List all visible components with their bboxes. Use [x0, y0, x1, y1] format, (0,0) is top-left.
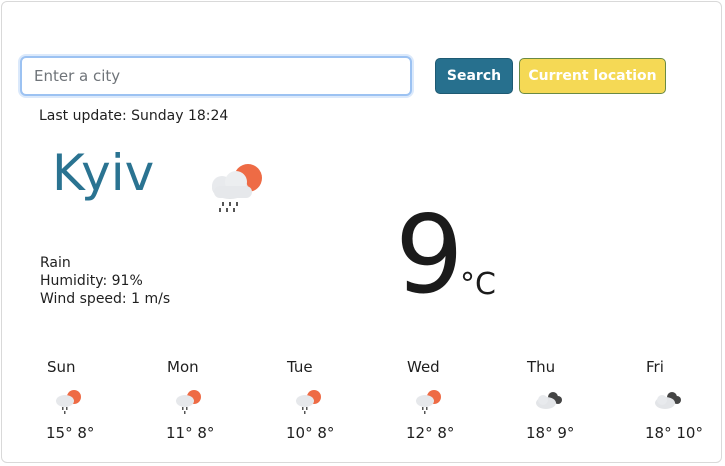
rain-cloud-sun-icon	[212, 164, 262, 212]
temperature-value: 9	[395, 193, 464, 318]
humidity-value: 91%	[111, 273, 143, 289]
forecast-max: 18°	[645, 424, 672, 442]
forecast-min: 9°	[557, 424, 575, 442]
forecast-max: 18°	[526, 424, 553, 442]
temperature-unit[interactable]: °C	[460, 270, 496, 300]
forecast-max: 12°	[406, 424, 433, 442]
weather-details: Rain Humidity: 91% Wind speed: 1 m/s	[40, 254, 170, 308]
forecast-temps: 10° 8°	[286, 424, 334, 442]
forecast-temps: 18° 9°	[526, 424, 574, 442]
rain-cloud-sun-icon	[296, 390, 321, 414]
rain-cloud-sun-icon	[416, 390, 441, 414]
forecast-temps: 11° 8°	[166, 424, 214, 442]
search-button[interactable]: Search	[435, 58, 513, 94]
rain-cloud-sun-icon	[56, 390, 81, 414]
forecast-max: 10°	[286, 424, 313, 442]
broken-clouds-icon	[536, 392, 562, 409]
forecast-max: 11°	[166, 424, 193, 442]
humidity: Humidity: 91%	[40, 272, 170, 290]
forecast-min: 8°	[197, 424, 215, 442]
forecast-temps: 18° 10°	[645, 424, 703, 442]
forecast-day-name: Fri	[646, 358, 664, 376]
city-search-input[interactable]	[20, 56, 412, 96]
weather-card: Search Current location Last update: Sun…	[1, 1, 722, 463]
wind-speed: Wind speed: 1 m/s	[40, 290, 170, 308]
city-name: Kyiv	[52, 144, 155, 202]
forecast-day-name: Thu	[527, 358, 556, 376]
last-update: Last update: Sunday 18:24	[39, 108, 228, 124]
last-update-label: Last update:	[39, 108, 127, 124]
weather-description: Rain	[40, 255, 71, 271]
humidity-label: Humidity:	[40, 273, 108, 289]
forecast-temps: 12° 8°	[406, 424, 454, 442]
forecast-min: 10°	[676, 424, 703, 442]
forecast-temps: 15° 8°	[46, 424, 94, 442]
forecast-max: 15°	[46, 424, 73, 442]
forecast-day-name: Wed	[407, 358, 440, 376]
forecast-day-name: Mon	[167, 358, 199, 376]
forecast-day-name: Sun	[47, 358, 76, 376]
broken-clouds-icon	[655, 392, 681, 409]
wind-value: 1 m/s	[131, 291, 171, 307]
last-update-value: Sunday 18:24	[131, 108, 229, 124]
forecast-day-name: Tue	[287, 358, 313, 376]
forecast-min: 8°	[437, 424, 455, 442]
forecast-min: 8°	[317, 424, 335, 442]
wind-label: Wind speed:	[40, 291, 127, 307]
current-location-button[interactable]: Current location	[519, 58, 666, 94]
rain-cloud-sun-icon	[176, 390, 201, 414]
forecast-min: 8°	[77, 424, 95, 442]
